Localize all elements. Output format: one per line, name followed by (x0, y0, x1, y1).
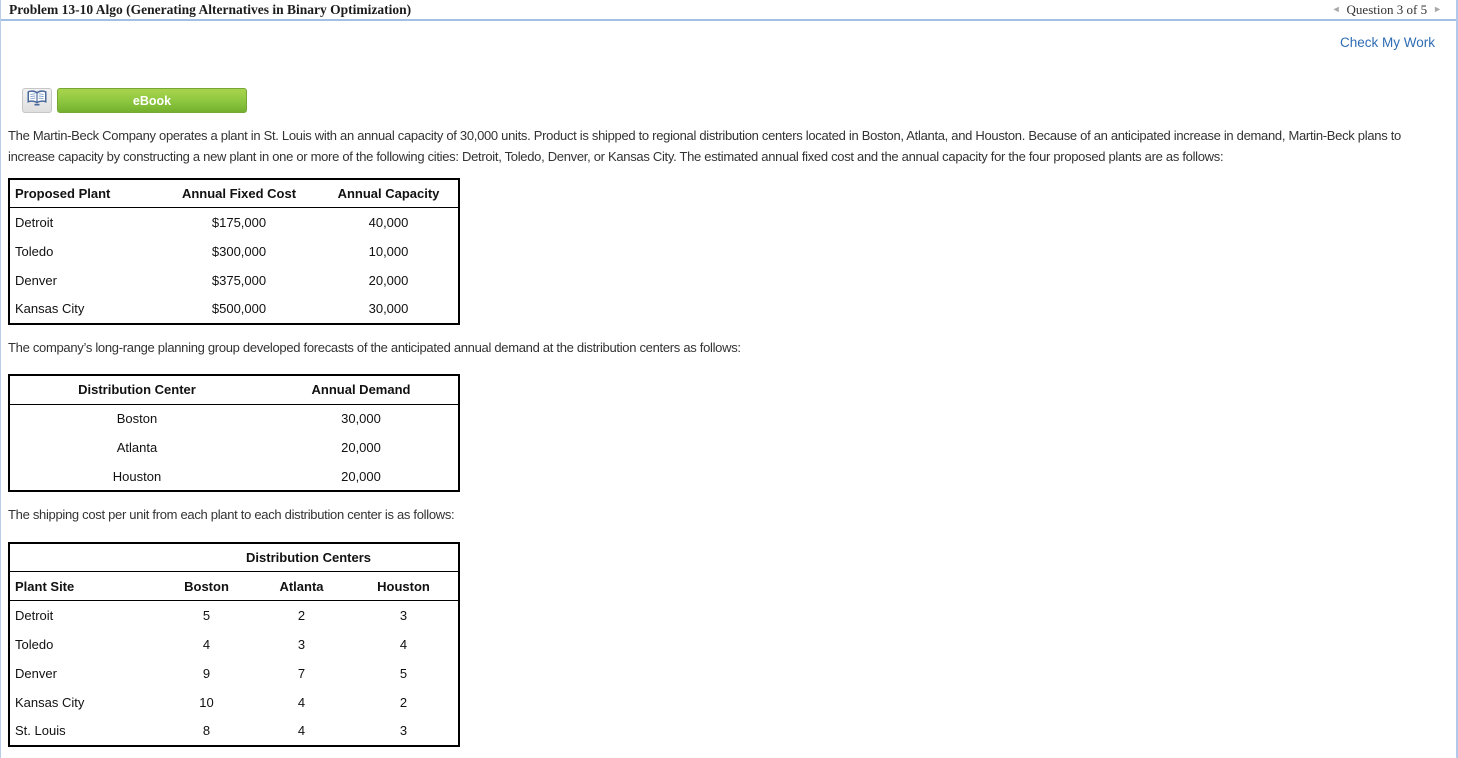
table-header-row: Proposed Plant Annual Fixed Cost Annual … (9, 178, 459, 209)
cost-houston: 5 (399, 665, 408, 681)
question-counter: Question 3 of 5 (1346, 2, 1428, 17)
plant-name: Kansas City (15, 301, 85, 317)
capacity: 20,000 (368, 272, 409, 288)
proposed-plants-table: Proposed Plant Annual Fixed Cost Annual … (8, 177, 460, 325)
demand-intro-text: The company’s long-range planning group … (8, 339, 741, 355)
page-title: Problem 13-10 Algo (Generating Alternati… (9, 2, 412, 17)
table-row: Kansas City $500,000 30,000 (9, 295, 459, 324)
shipping-cost-table: Distribution Centers Plant Site Boston A… (8, 541, 461, 747)
column-header: Atlanta (254, 571, 349, 602)
annual-demand: 20,000 (341, 440, 381, 456)
column-header: Annual Capacity (319, 178, 459, 209)
title-bar: Problem 13-10 Algo (Generating Alternati… (1, 0, 1456, 21)
cost-boston: 10 (199, 694, 214, 710)
empty-cell (9, 542, 159, 573)
ebook-toolbar: eBook (22, 88, 1449, 113)
prev-question-icon[interactable]: ◄ (1332, 0, 1341, 20)
table-header-row: Distribution Center Annual Demand (9, 375, 459, 405)
cost-atlanta: 3 (297, 636, 306, 652)
table-row: Denver $375,000 20,000 (9, 266, 459, 295)
column-header: Annual Demand (264, 375, 459, 405)
cost-boston: 8 (202, 723, 211, 739)
cost-houston: 3 (399, 723, 408, 739)
content-panel: Check My Work eBook The Martin-Beck Comp… (1, 35, 1456, 758)
fixed-cost: $375,000 (211, 272, 267, 288)
column-header: Distribution Center (9, 375, 264, 405)
ebook-button[interactable]: eBook (57, 88, 247, 113)
table-row: Toledo $300,000 10,000 (9, 237, 459, 266)
plant-name: Denver (15, 272, 57, 288)
plant-site: Denver (15, 665, 57, 681)
cost-boston: 4 (202, 636, 211, 652)
cost-boston: 5 (202, 607, 211, 623)
page: Problem 13-10 Algo (Generating Alternati… (0, 0, 1458, 758)
cost-atlanta: 7 (297, 665, 306, 681)
table-row: Kansas City 10 4 2 (9, 688, 459, 717)
table-row: Detroit $175,000 40,000 (9, 208, 459, 237)
table-row: Denver 9 7 5 (9, 659, 459, 688)
check-my-work-link[interactable]: Check My Work (8, 35, 1435, 50)
cost-atlanta: 4 (297, 694, 306, 710)
cost-houston: 2 (399, 694, 408, 710)
table-row: Atlanta 20,000 (9, 433, 459, 462)
plant-site: Kansas City (15, 694, 85, 710)
table-row: Detroit 5 2 3 (9, 601, 459, 630)
capacity: 40,000 (368, 215, 409, 231)
question-nav: ◄ Question 3 of 5 ► (1332, 0, 1442, 20)
table-row: Toledo 4 3 4 (9, 630, 459, 659)
ebook-icon-button[interactable] (22, 88, 52, 113)
fixed-cost: $175,000 (211, 215, 267, 231)
plant-site: St. Louis (15, 723, 66, 739)
table-group-header-row: Distribution Centers (9, 542, 460, 573)
fixed-cost: $500,000 (211, 301, 267, 317)
problem-intro-text: The Martin-Beck Company operates a plant… (8, 128, 1401, 165)
table-row: Houston 20,000 (9, 462, 459, 491)
annual-demand: 20,000 (341, 468, 381, 484)
table-header-row: Plant Site Boston Atlanta Houston (9, 571, 460, 602)
plant-name: Detroit (15, 215, 54, 231)
table-row: Boston 30,000 (9, 404, 459, 433)
column-header: Plant Site (9, 571, 159, 602)
capacity: 10,000 (368, 243, 409, 259)
cost-houston: 4 (399, 636, 408, 652)
shipping-intro-text: The shipping cost per unit from each pla… (8, 507, 455, 523)
center-name: Boston (116, 411, 158, 427)
column-header: Proposed Plant (9, 178, 159, 209)
plant-site: Toledo (15, 636, 54, 652)
center-name: Atlanta (116, 440, 158, 456)
cost-houston: 3 (399, 607, 408, 623)
next-question-icon[interactable]: ► (1433, 0, 1442, 20)
group-header: Distribution Centers (159, 542, 460, 573)
plant-site: Detroit (15, 607, 54, 623)
center-name: Houston (112, 468, 162, 484)
annual-demand: 30,000 (341, 411, 381, 427)
plant-name: Toledo (15, 243, 54, 259)
cost-atlanta: 2 (297, 607, 306, 623)
cost-atlanta: 4 (297, 723, 306, 739)
column-header: Annual Fixed Cost (159, 178, 319, 209)
column-header: Houston (349, 571, 460, 602)
open-book-icon (27, 90, 47, 111)
table-row: St. Louis 8 4 3 (9, 717, 459, 746)
capacity: 30,000 (368, 301, 409, 317)
cost-boston: 9 (202, 665, 211, 681)
fixed-cost: $300,000 (211, 243, 267, 259)
column-header: Boston (159, 571, 254, 602)
demand-table: Distribution Center Annual Demand Boston… (8, 374, 460, 493)
